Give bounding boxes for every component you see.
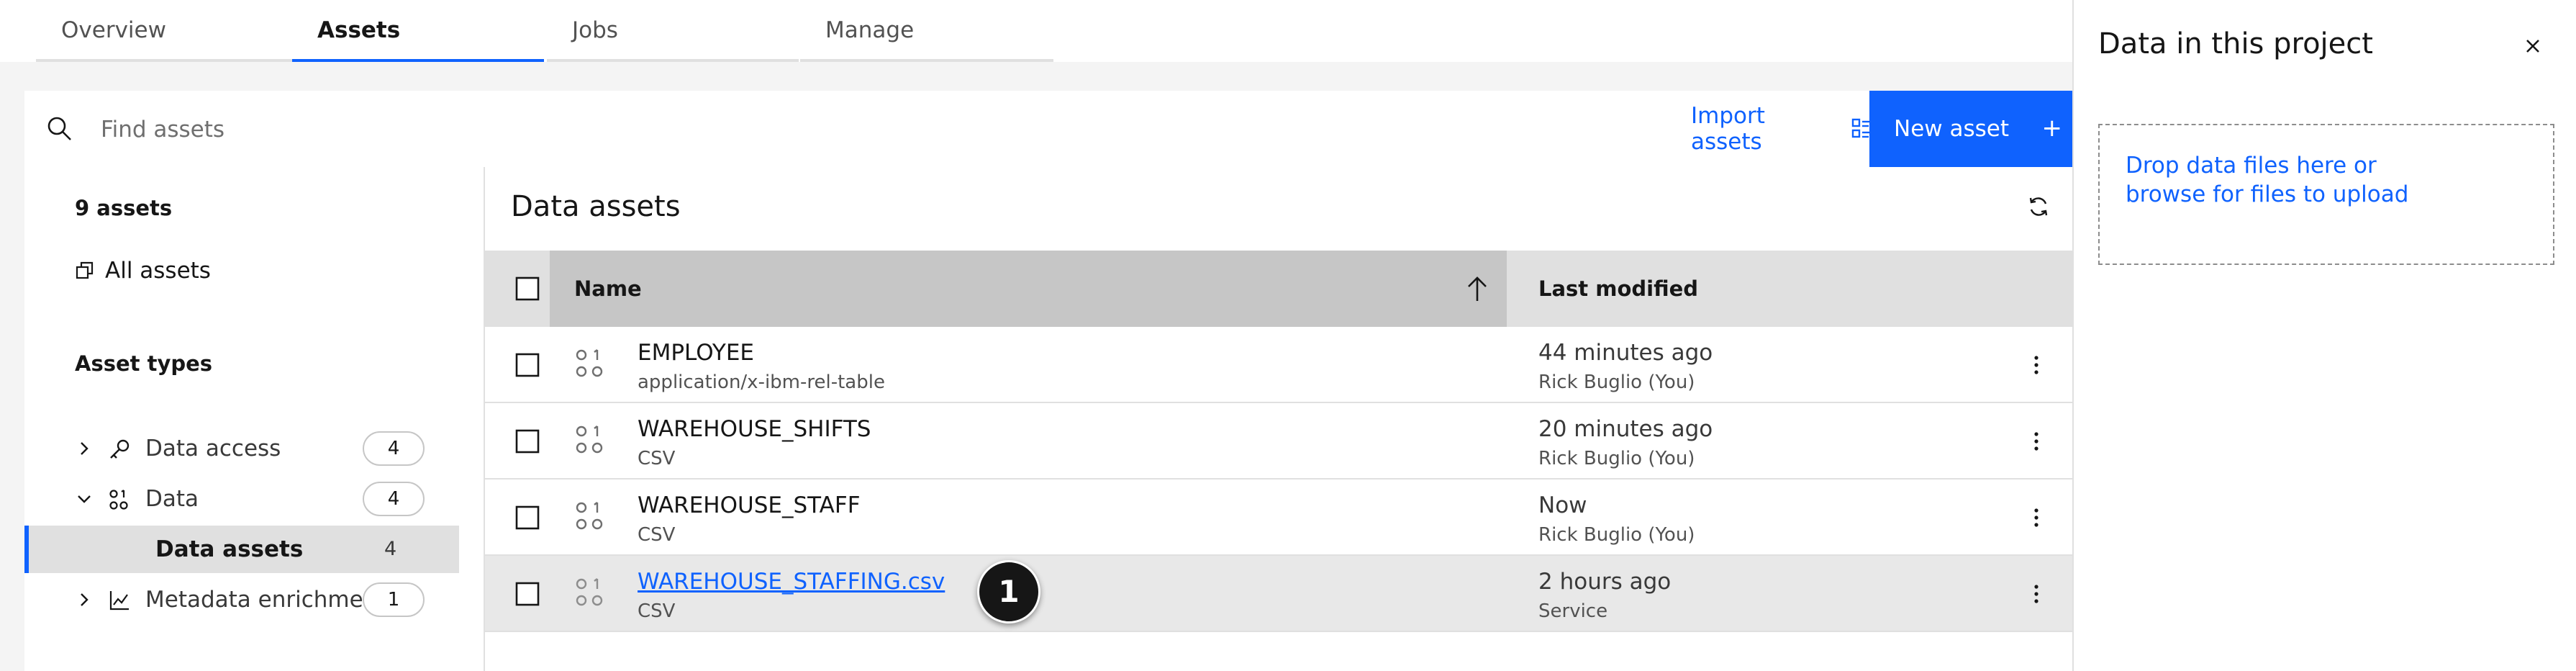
data-in-project-panel: Data in this project Drop data files her… — [2072, 0, 2576, 671]
overflow-menu-icon[interactable] — [2032, 429, 2041, 454]
new-asset-label: New asset — [1894, 116, 2009, 142]
data-asset-icon — [574, 347, 607, 380]
key-icon — [108, 438, 131, 461]
tab-jobs-label: Jobs — [572, 17, 618, 43]
row-checkbox[interactable] — [515, 582, 540, 606]
asset-type: CSV — [638, 448, 676, 469]
tab-jobs[interactable]: Jobs — [547, 0, 799, 62]
table-row[interactable]: WAREHOUSE_STAFFING.csv CSV 2 hours ago S… — [485, 556, 2072, 632]
tab-manage[interactable]: Manage — [800, 0, 1053, 62]
drop-zone-text-line1: Drop data files here or — [2126, 153, 2377, 179]
asset-sidebar: 9 assets All assets Asset types Data acc… — [24, 167, 484, 671]
modified-by: Rick Buglio (You) — [1538, 448, 1695, 469]
drop-zone-text-line2[interactable]: browse for files to upload — [2126, 180, 2553, 209]
search-input[interactable] — [99, 108, 1397, 151]
chevron-right-icon[interactable] — [76, 592, 92, 608]
sidebar-item-label: Metadata enrichment — [145, 587, 386, 613]
sidebar-item-data-access[interactable]: Data access 4 — [24, 425, 459, 472]
import-assets-button[interactable]: Import assets — [1672, 91, 1874, 167]
asset-name-link[interactable]: WAREHOUSE_STAFF — [638, 492, 861, 518]
chevron-down-icon[interactable] — [76, 491, 92, 507]
data-asset-icon — [574, 500, 607, 533]
name-column-header[interactable] — [550, 251, 1507, 327]
overflow-menu-icon[interactable] — [2032, 505, 2041, 530]
data-assets-panel: Data assets Name Last modified EMPLOYEE … — [484, 167, 2072, 671]
sidebar-item-label: Data assets — [155, 536, 304, 562]
count-badge: 4 — [363, 482, 425, 516]
asset-count-title: 9 assets — [75, 196, 173, 220]
sidebar-item-label: Data — [145, 486, 199, 512]
search-icon — [46, 115, 73, 143]
table-row[interactable]: EMPLOYEE application/x-ibm-rel-table 44 … — [485, 327, 2072, 403]
panel-title: Data in this project — [2098, 27, 2373, 60]
name-column-label: Name — [574, 276, 642, 301]
plus-icon: + — [2041, 114, 2063, 143]
search-bar: Import assets New asset + — [24, 91, 2072, 167]
select-all-checkbox[interactable] — [515, 276, 540, 301]
step-callout-badge: 1 — [977, 560, 1040, 623]
count-badge: 1 — [363, 582, 425, 617]
all-assets-link[interactable]: All assets — [75, 258, 211, 284]
modified-by: Service — [1538, 600, 1608, 622]
tab-assets-label: Assets — [317, 17, 401, 43]
all-assets-label: All assets — [105, 258, 211, 284]
chevron-right-icon[interactable] — [76, 441, 92, 456]
tab-overview[interactable]: Overview — [36, 0, 292, 62]
asset-type: application/x-ibm-rel-table — [638, 371, 885, 393]
asset-name-link[interactable]: EMPLOYEE — [638, 340, 754, 366]
tab-manage-label: Manage — [825, 17, 915, 43]
modified-time: 44 minutes ago — [1538, 340, 1713, 366]
modified-time: Now — [1538, 492, 1587, 518]
selected-indicator — [24, 526, 29, 573]
data-asset-icon — [574, 423, 607, 456]
table-header: Name Last modified — [485, 251, 2072, 327]
last-modified-column-label[interactable]: Last modified — [1538, 251, 1698, 327]
modified-time: 20 minutes ago — [1538, 416, 1713, 442]
tab-assets[interactable]: Assets — [292, 0, 544, 62]
table-row[interactable]: WAREHOUSE_SHIFTS CSV 20 minutes ago Rick… — [485, 403, 2072, 479]
panel-title: Data assets — [511, 190, 681, 223]
item-count: 4 — [384, 538, 397, 560]
overflow-menu-icon[interactable] — [2032, 582, 2041, 606]
asset-type: CSV — [638, 524, 676, 546]
close-icon[interactable] — [2524, 37, 2541, 55]
sidebar-item-metadata-enrichment[interactable]: Metadata enrichment 1 — [24, 576, 459, 623]
arrow-up-icon[interactable] — [1465, 275, 1489, 302]
assets-table: Name Last modified EMPLOYEE application/… — [485, 251, 2072, 632]
new-asset-button[interactable]: New asset + — [1869, 91, 2072, 167]
modified-time: 2 hours ago — [1538, 569, 1672, 595]
sidebar-item-data[interactable]: Data 4 — [24, 475, 459, 523]
sidebar-item-label: Data access — [145, 436, 281, 461]
file-drop-zone[interactable]: Drop data files here or browse for files… — [2098, 124, 2554, 265]
asset-name-link[interactable]: WAREHOUSE_SHIFTS — [638, 416, 871, 442]
tab-bar: Overview Assets Jobs Manage — [0, 0, 2072, 62]
asset-type: CSV — [638, 600, 676, 622]
import-assets-label: Import assets — [1691, 103, 1765, 155]
row-checkbox[interactable] — [515, 505, 540, 530]
data-icon — [108, 488, 131, 511]
asset-name-link[interactable]: WAREHOUSE_STAFFING.csv — [638, 569, 945, 595]
refresh-icon[interactable] — [2026, 194, 2051, 219]
row-checkbox[interactable] — [515, 353, 540, 377]
tab-overview-label: Overview — [61, 17, 166, 43]
row-checkbox[interactable] — [515, 429, 540, 454]
table-row[interactable]: WAREHOUSE_STAFF CSV Now Rick Buglio (You… — [485, 479, 2072, 556]
count-badge: 4 — [363, 431, 425, 466]
modified-by: Rick Buglio (You) — [1538, 524, 1695, 546]
data-asset-icon — [574, 576, 607, 609]
modified-by: Rick Buglio (You) — [1538, 371, 1695, 393]
asset-types-title: Asset types — [75, 351, 213, 376]
chart-icon — [108, 589, 131, 612]
copy-icon — [75, 261, 95, 281]
sidebar-item-data-assets[interactable]: Data assets 4 — [24, 526, 459, 573]
overflow-menu-icon[interactable] — [2032, 353, 2041, 377]
